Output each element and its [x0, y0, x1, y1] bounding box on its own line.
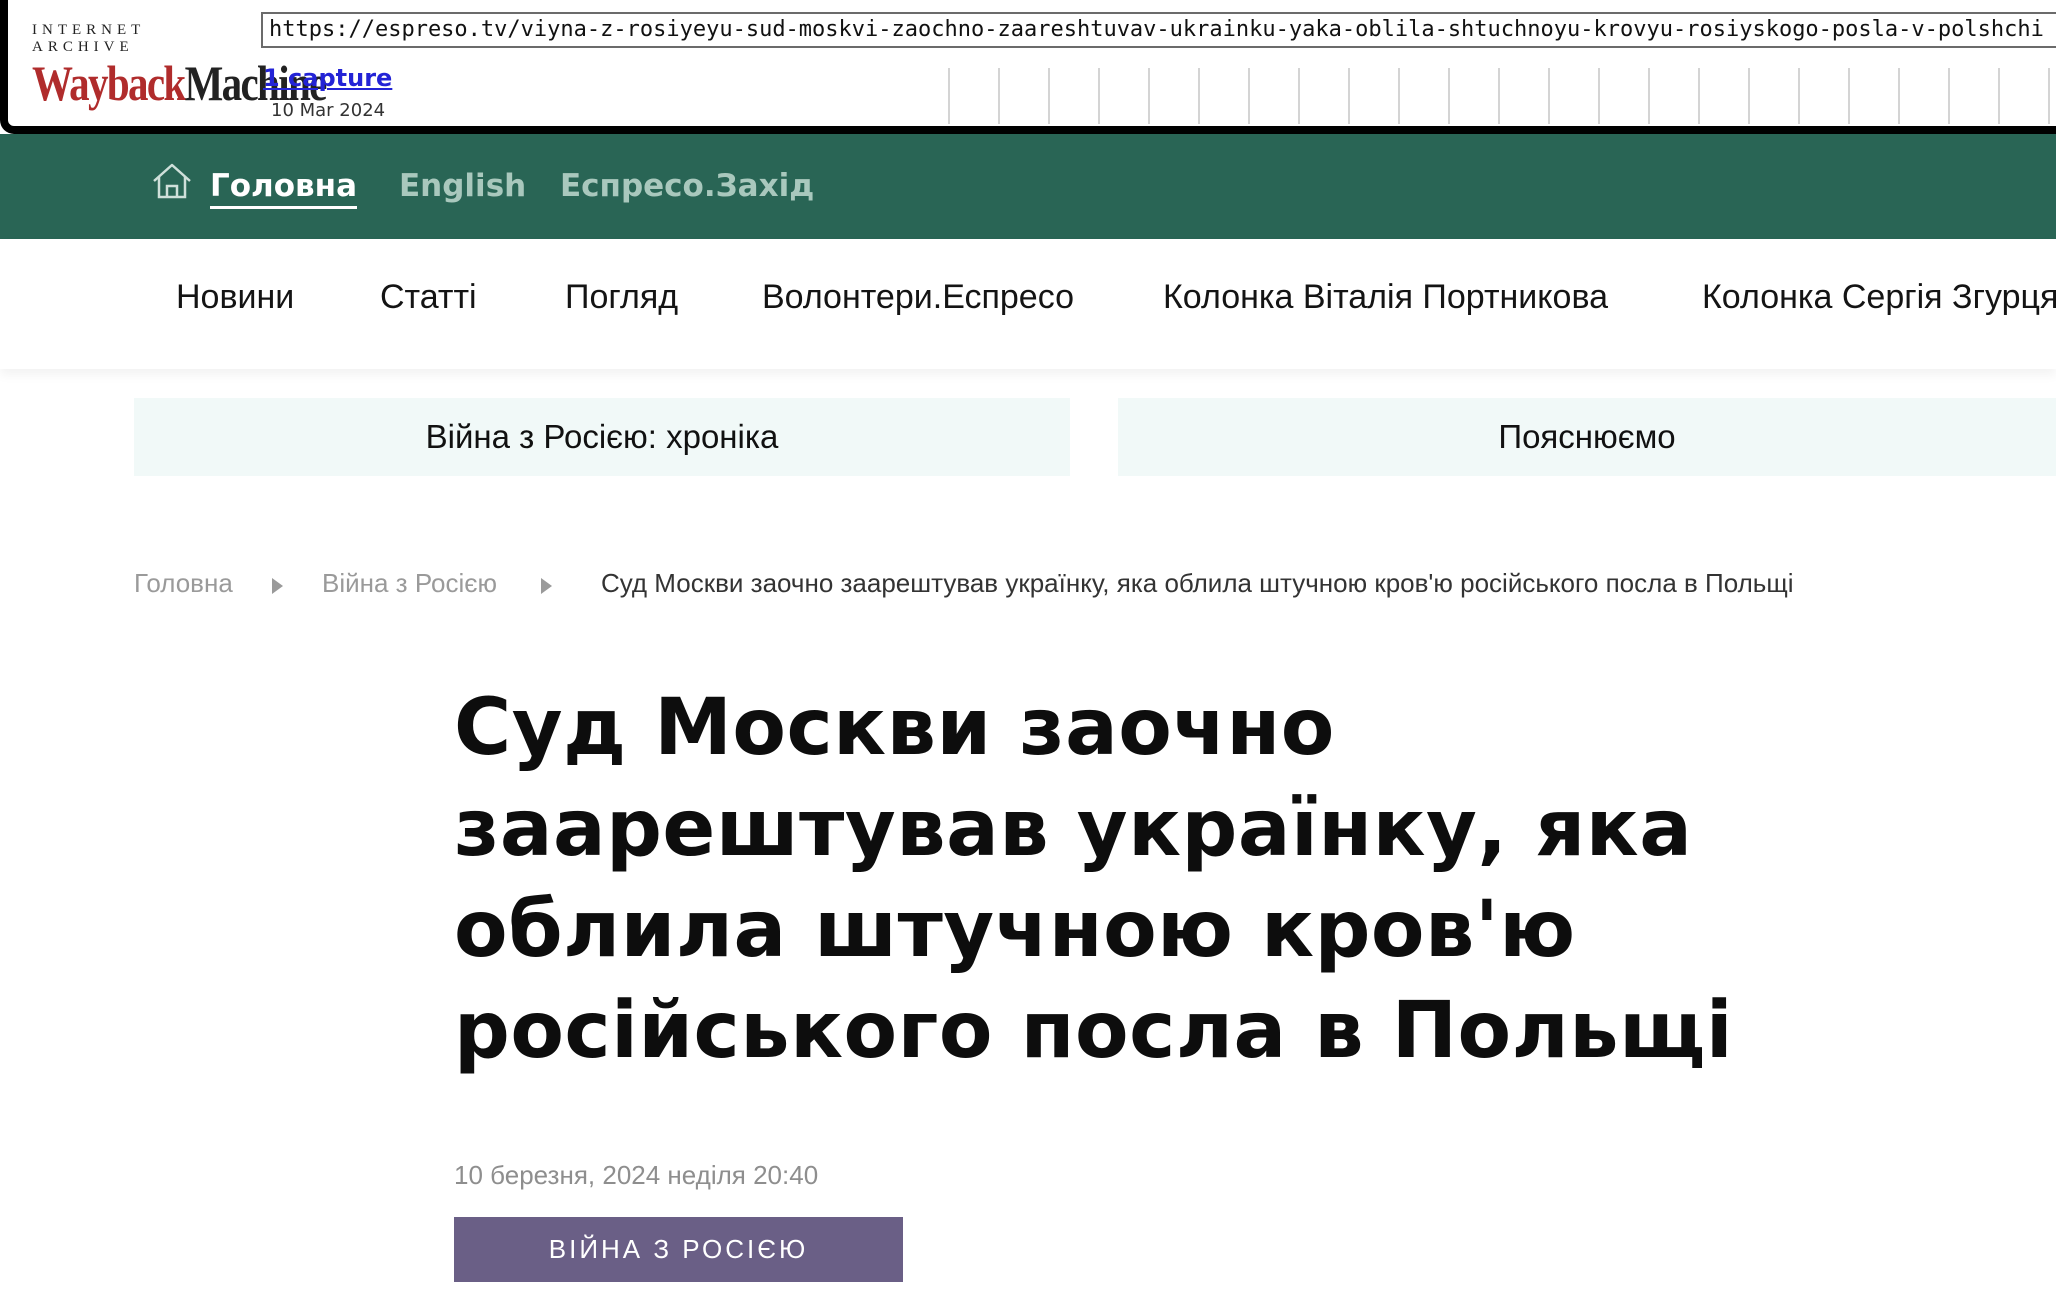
capture-timeline[interactable] — [948, 68, 2056, 124]
wayback-toolbar: INTERNET ARCHIVE WaybackMachine https://… — [0, 0, 2056, 134]
timeline-tick — [1748, 68, 1798, 124]
article-title-line: Суд Москви заочно — [454, 683, 1335, 773]
menu-item-news[interactable]: Новини — [176, 278, 294, 317]
timeline-tick — [1348, 68, 1398, 124]
breadcrumb-separator-icon — [272, 578, 283, 594]
timeline-tick — [1248, 68, 1298, 124]
article-title: Суд Москви заочно заарештував українку, … — [454, 678, 1754, 1082]
wordmark-wayback: Wayback — [32, 55, 186, 111]
topnav-espreso-west-link[interactable]: Еспресо.Захід — [560, 168, 814, 204]
capture-date: 10 Mar 2024 — [271, 100, 386, 121]
timeline-tick — [1498, 68, 1548, 124]
captures-link[interactable]: 1 capture — [263, 64, 392, 92]
article-title-line: російського посла в Польщі — [454, 986, 1734, 1076]
topnav-english-link[interactable]: English — [399, 168, 526, 204]
breadcrumb-current: Суд Москви заочно заарештував українку, … — [601, 568, 1794, 598]
menu-item-portnikov-column[interactable]: Колонка Віталія Портникова — [1163, 278, 1608, 317]
timeline-tick — [1198, 68, 1248, 124]
wayback-logo[interactable]: INTERNET ARCHIVE WaybackMachine — [32, 22, 327, 111]
timeline-tick — [1298, 68, 1348, 124]
timeline-tick — [1548, 68, 1598, 124]
timeline-tick — [1898, 68, 1948, 124]
timeline-tick — [1398, 68, 1448, 124]
menu-item-volunteers[interactable]: Волонтери.Еспресо — [762, 278, 1074, 317]
wayback-machine-wordmark: WaybackMachine — [32, 55, 327, 111]
timeline-tick — [998, 68, 1048, 124]
menu-item-articles[interactable]: Статті — [380, 278, 477, 317]
topnav-home-link[interactable]: Головна — [210, 168, 358, 209]
timeline-tick — [1148, 68, 1198, 124]
timeline-tick — [1048, 68, 1098, 124]
timeline-tick — [1698, 68, 1748, 124]
article-category-tag[interactable]: ВІЙНА З РОСІЄЮ — [454, 1217, 903, 1282]
breadcrumb-separator-icon — [541, 578, 552, 594]
home-icon[interactable] — [150, 160, 194, 202]
timeline-tick — [1998, 68, 2048, 124]
breadcrumb-section[interactable]: Війна з Росією — [322, 568, 497, 599]
timeline-tick — [2048, 68, 2056, 124]
article-title-line: облила штучною кров'ю — [454, 885, 1576, 975]
feature-war-chronicle[interactable]: Війна з Росією: хроніка — [134, 398, 1070, 476]
timeline-tick — [948, 68, 998, 124]
wayback-url-input[interactable]: https://espreso.tv/viyna-z-rosiyeyu-sud-… — [261, 12, 2056, 48]
timeline-tick — [1098, 68, 1148, 124]
timeline-tick — [1798, 68, 1848, 124]
breadcrumb-home[interactable]: Головна — [134, 568, 233, 599]
timeline-tick — [1648, 68, 1698, 124]
menu-item-zgurets-column[interactable]: Колонка Сергія Згурця — [1702, 278, 2056, 317]
menu-item-opinion[interactable]: Погляд — [565, 278, 678, 317]
feature-explainers[interactable]: Пояснюємо — [1118, 398, 2056, 476]
article-title-line: заарештував українку, яка — [454, 784, 1693, 874]
timeline-tick — [1848, 68, 1898, 124]
internet-archive-label: INTERNET ARCHIVE — [32, 22, 146, 55]
article-date: 10 березня, 2024 неділя 20:40 — [454, 1160, 819, 1190]
timeline-tick — [1448, 68, 1498, 124]
timeline-tick — [1948, 68, 1998, 124]
timeline-tick — [1598, 68, 1648, 124]
